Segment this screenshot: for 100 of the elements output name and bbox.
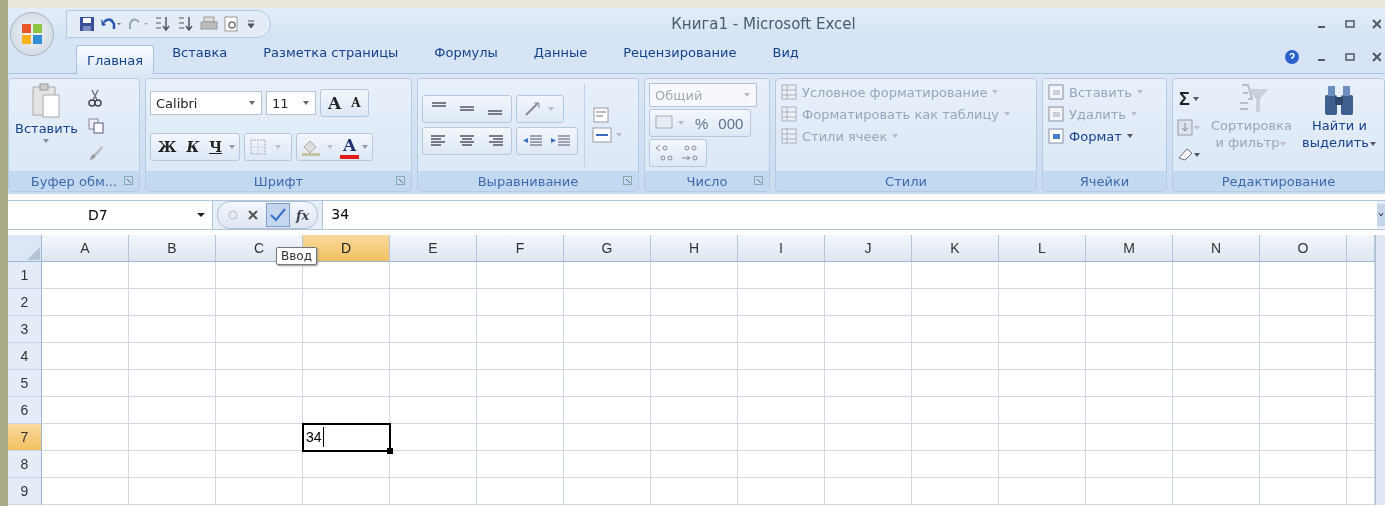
table-cell[interactable] — [738, 262, 825, 289]
column-header[interactable]: K — [912, 235, 999, 262]
table-cell[interactable] — [1260, 289, 1347, 316]
table-cell[interactable] — [129, 478, 216, 505]
table-cell[interactable] — [738, 370, 825, 397]
sort-descending-icon[interactable] — [177, 16, 195, 32]
table-cell[interactable] — [1086, 424, 1173, 451]
table-cell[interactable] — [651, 343, 738, 370]
table-cell[interactable] — [1260, 343, 1347, 370]
restore-icon[interactable] — [1344, 50, 1356, 63]
table-cell[interactable] — [390, 289, 477, 316]
table-cell[interactable] — [1173, 397, 1260, 424]
table-cell[interactable] — [825, 370, 912, 397]
column-header[interactable]: L — [999, 235, 1086, 262]
table-cell[interactable] — [390, 262, 477, 289]
table-cell[interactable] — [738, 478, 825, 505]
table-cell[interactable] — [1347, 451, 1375, 478]
ribbon-tab[interactable]: Разметка страницы — [245, 45, 417, 73]
table-cell[interactable] — [216, 478, 303, 505]
table-cell[interactable] — [1173, 451, 1260, 478]
table-cell[interactable] — [390, 478, 477, 505]
table-cell[interactable] — [1347, 478, 1375, 505]
table-cell[interactable] — [1260, 424, 1347, 451]
scissors-icon[interactable] — [87, 88, 102, 107]
table-cell[interactable] — [390, 397, 477, 424]
table-cell[interactable] — [564, 289, 651, 316]
table-cell[interactable] — [129, 343, 216, 370]
table-cell[interactable] — [303, 370, 390, 397]
table-cell[interactable] — [42, 397, 129, 424]
help-icon[interactable] — [1284, 48, 1300, 65]
table-cell[interactable] — [564, 370, 651, 397]
dialog-launcher-icon[interactable] — [124, 176, 133, 185]
undo-icon[interactable] — [100, 16, 122, 32]
table-cell[interactable] — [651, 289, 738, 316]
table-cell[interactable] — [825, 451, 912, 478]
table-cell[interactable] — [1086, 262, 1173, 289]
table-cell[interactable] — [477, 478, 564, 505]
row-header[interactable]: 3 — [8, 316, 42, 343]
ribbon-tab[interactable]: Рецензирование — [605, 45, 755, 73]
table-cell[interactable] — [1347, 397, 1375, 424]
table-cell[interactable] — [1260, 370, 1347, 397]
dropdown-arrow-icon[interactable] — [1191, 96, 1200, 102]
table-cell[interactable] — [564, 478, 651, 505]
table-cell[interactable] — [42, 289, 129, 316]
table-cell[interactable] — [216, 370, 303, 397]
table-cell[interactable] — [651, 424, 738, 451]
table-cell[interactable] — [216, 316, 303, 343]
table-cell[interactable] — [477, 397, 564, 424]
table-cell[interactable] — [825, 397, 912, 424]
table-cell[interactable] — [1260, 478, 1347, 505]
table-cell[interactable] — [303, 451, 390, 478]
table-cell[interactable] — [651, 451, 738, 478]
table-cell[interactable] — [564, 451, 651, 478]
ribbon-tab[interactable]: Главная — [76, 45, 155, 74]
table-cell[interactable] — [1347, 424, 1375, 451]
editing-button[interactable]: Найти и выделить — [1302, 83, 1377, 167]
thousands-button[interactable]: 000 — [714, 111, 748, 135]
row-header[interactable]: 4 — [8, 343, 42, 370]
table-cell[interactable] — [825, 478, 912, 505]
percent-button[interactable]: % — [691, 111, 713, 135]
table-cell[interactable] — [1173, 424, 1260, 451]
table-cell[interactable] — [1347, 262, 1375, 289]
table-cell[interactable] — [651, 262, 738, 289]
table-cell[interactable] — [912, 451, 999, 478]
table-cell[interactable] — [216, 289, 303, 316]
table-cell[interactable] — [129, 262, 216, 289]
table-cell[interactable] — [390, 343, 477, 370]
table-cell[interactable] — [216, 343, 303, 370]
table-cell[interactable] — [999, 343, 1086, 370]
expand-icon[interactable] — [1377, 204, 1385, 226]
active-cell[interactable]: 34 — [303, 424, 390, 451]
column-header[interactable]: I — [738, 235, 825, 262]
table-cell[interactable] — [1347, 316, 1375, 343]
column-header[interactable]: F — [477, 235, 564, 262]
table-cell[interactable] — [42, 478, 129, 505]
ribbon-tab[interactable]: Вставка — [154, 45, 246, 73]
column-header[interactable]: B — [129, 235, 216, 262]
table-cell[interactable] — [1260, 397, 1347, 424]
table-cell[interactable] — [42, 370, 129, 397]
table-cell[interactable] — [564, 316, 651, 343]
row-header[interactable]: 7 — [8, 424, 42, 451]
table-cell[interactable] — [477, 316, 564, 343]
table-cell[interactable] — [564, 397, 651, 424]
table-cell[interactable] — [564, 424, 651, 451]
table-cell[interactable] — [42, 343, 129, 370]
office-button[interactable] — [10, 12, 54, 56]
table-cell[interactable] — [1347, 370, 1375, 397]
table-cell[interactable] — [129, 397, 216, 424]
row-header[interactable]: 8 — [8, 451, 42, 478]
table-cell[interactable] — [216, 397, 303, 424]
table-cell[interactable] — [825, 424, 912, 451]
table-cell[interactable] — [1086, 397, 1173, 424]
column-header[interactable]: M — [1086, 235, 1173, 262]
redo-icon[interactable] — [127, 16, 149, 32]
table-cell[interactable] — [129, 316, 216, 343]
column-header[interactable]: O — [1260, 235, 1347, 262]
close-icon[interactable] — [1372, 50, 1381, 63]
table-cell[interactable] — [477, 424, 564, 451]
check-icon[interactable] — [266, 203, 290, 227]
table-cell[interactable] — [912, 289, 999, 316]
